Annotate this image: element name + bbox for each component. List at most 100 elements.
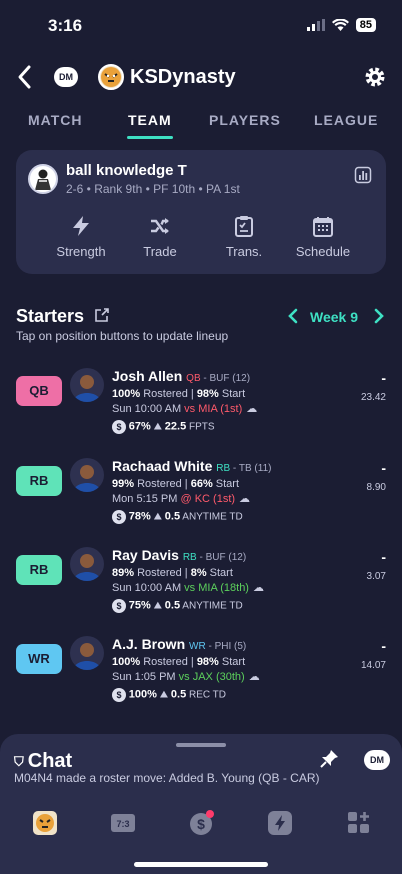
stat-value: 22.5 bbox=[164, 420, 187, 433]
player-roster-stats: 100% Rostered | 98% Start bbox=[112, 656, 245, 668]
dm-button[interactable]: DM bbox=[54, 67, 78, 87]
strength-button[interactable]: Strength bbox=[46, 214, 116, 259]
app-header: DM KSDynasty bbox=[0, 58, 402, 98]
start-label: Start bbox=[218, 388, 246, 400]
dollar-icon: $ bbox=[112, 510, 126, 524]
settings-button[interactable] bbox=[362, 64, 388, 90]
player-avatar-icon bbox=[73, 554, 101, 581]
player-score: - bbox=[381, 460, 386, 476]
position-button[interactable]: WR bbox=[16, 644, 62, 674]
schedule-button[interactable]: Schedule bbox=[288, 214, 358, 259]
league-title: KSDynasty bbox=[130, 66, 236, 88]
odds-pct: 100% bbox=[128, 688, 157, 701]
trade-button[interactable]: Trade bbox=[125, 214, 195, 259]
player-team: - BUF (12) bbox=[200, 373, 251, 384]
chat-preview[interactable]: M04N4 made a roster move: Added B. Young… bbox=[14, 771, 319, 785]
player-name-line: A.J. Brown WR - PHI (5) bbox=[112, 636, 246, 652]
bolt-icon bbox=[73, 216, 89, 236]
chat-title[interactable]: ⛉ Chat bbox=[14, 750, 72, 773]
player-name-line: Ray Davis RB - BUF (12) bbox=[112, 547, 246, 563]
player-position: WR bbox=[189, 641, 206, 652]
nav-scoreboard[interactable]: 7:3 bbox=[110, 810, 136, 836]
team-avatar[interactable] bbox=[28, 164, 58, 194]
tab-team[interactable]: TEAM bbox=[128, 112, 172, 128]
player-position: RB bbox=[216, 463, 231, 474]
nav-money[interactable]: $ bbox=[189, 810, 215, 836]
nav-activity[interactable] bbox=[267, 810, 293, 836]
starters-title: Starters bbox=[16, 306, 85, 326]
tab-match[interactable]: MATCH bbox=[28, 112, 83, 128]
team-card: ball knowledge T 2-6 • Rank 9th • PF 10t… bbox=[16, 150, 386, 274]
stat-value: 0.5 bbox=[164, 599, 181, 612]
rostered-label: Rostered | bbox=[140, 656, 197, 668]
player-odds: $ 100% ⛰ 0.5 REC TD bbox=[112, 688, 226, 702]
trend-icon: ⛰ bbox=[153, 511, 162, 523]
dollar-icon: $ bbox=[112, 688, 126, 702]
chevron-right-icon[interactable] bbox=[372, 306, 386, 326]
game-time: Mon 5:15 PM bbox=[112, 493, 181, 505]
scoreboard-icon: 7:3 bbox=[111, 814, 135, 832]
start-pct: 8% bbox=[190, 567, 207, 579]
opponent: @ KC (1st) bbox=[180, 493, 236, 505]
scoreboard-text: 7:3 bbox=[116, 819, 129, 829]
start-pct: 98% bbox=[196, 656, 219, 668]
opponent: vs MIA (1st) bbox=[184, 403, 243, 415]
position-button[interactable]: RB bbox=[16, 466, 62, 496]
rostered-pct: 100% bbox=[112, 656, 141, 668]
drag-handle[interactable] bbox=[176, 743, 226, 747]
chat-dm-button[interactable]: DM bbox=[364, 750, 390, 770]
back-button[interactable] bbox=[14, 64, 36, 90]
player-row[interactable]: WR A.J. Brown WR - PHI (5) 100% Rostered |… bbox=[0, 636, 402, 724]
odds-pct: 67% bbox=[128, 420, 151, 433]
rostered-label: Rostered | bbox=[134, 567, 191, 579]
team-actions: Strength Trade Trans. Schedule bbox=[16, 214, 386, 264]
svg-text:$: $ bbox=[197, 816, 205, 832]
bar-chart-icon bbox=[354, 166, 372, 184]
rostered-pct: 100% bbox=[112, 388, 141, 400]
team-record: 2-6 • Rank 9th • PF 10th • PA 1st bbox=[66, 182, 240, 196]
nav-more[interactable] bbox=[346, 810, 372, 836]
chevron-left-icon[interactable] bbox=[286, 306, 300, 326]
position-button[interactable]: QB bbox=[16, 376, 62, 406]
player-name[interactable]: Ray Davis bbox=[112, 547, 179, 563]
start-pct: 66% bbox=[190, 478, 213, 490]
player-headshot bbox=[70, 636, 104, 670]
stat-label: REC TD bbox=[186, 689, 227, 701]
team-stats-button[interactable] bbox=[354, 166, 372, 184]
player-score: - bbox=[381, 549, 386, 565]
week-label: Week 9 bbox=[310, 309, 358, 325]
start-pct: 98% bbox=[196, 388, 219, 400]
player-team: - BUF (12) bbox=[196, 552, 247, 563]
starters-subtitle: Tap on position buttons to update lineup bbox=[16, 329, 229, 343]
active-tab-indicator bbox=[127, 136, 173, 139]
player-row[interactable]: QB Josh Allen QB - BUF (12) 100% Rostered … bbox=[0, 368, 402, 456]
player-row[interactable]: RB Ray Davis RB - BUF (12) 89% Rostered | … bbox=[0, 547, 402, 635]
player-avatar-icon bbox=[73, 465, 101, 492]
status-icons: 85 bbox=[306, 18, 376, 32]
tab-players[interactable]: PLAYERS bbox=[209, 112, 281, 128]
start-label: Start bbox=[218, 656, 246, 668]
share-icon[interactable] bbox=[94, 307, 110, 323]
player-projection: 3.07 bbox=[366, 571, 386, 582]
team-logo-icon bbox=[33, 811, 57, 835]
player-row[interactable]: RB Rachaad White RB - TB (11) 99% Rostered… bbox=[0, 458, 402, 546]
stat-label: ANYTIME TD bbox=[180, 511, 243, 523]
player-name[interactable]: Rachaad White bbox=[112, 458, 212, 474]
start-label: Start bbox=[206, 567, 233, 579]
tab-league[interactable]: LEAGUE bbox=[314, 112, 378, 128]
player-score: - bbox=[381, 370, 386, 386]
schedule-label: Schedule bbox=[295, 244, 351, 259]
week-selector: Week 9 bbox=[286, 306, 386, 328]
pin-button[interactable] bbox=[318, 748, 340, 770]
nav-team[interactable] bbox=[32, 810, 58, 836]
rostered-pct: 89% bbox=[112, 567, 135, 579]
odds-pct: 78% bbox=[128, 510, 151, 523]
position-button[interactable]: RB bbox=[16, 555, 62, 585]
transactions-button[interactable]: Trans. bbox=[209, 214, 279, 259]
player-score: - bbox=[381, 638, 386, 654]
player-name[interactable]: A.J. Brown bbox=[112, 636, 185, 652]
player-name[interactable]: Josh Allen bbox=[112, 368, 182, 384]
wifi-icon bbox=[331, 19, 349, 31]
stat-label: FPTS bbox=[186, 421, 215, 433]
gear-icon bbox=[365, 67, 385, 87]
